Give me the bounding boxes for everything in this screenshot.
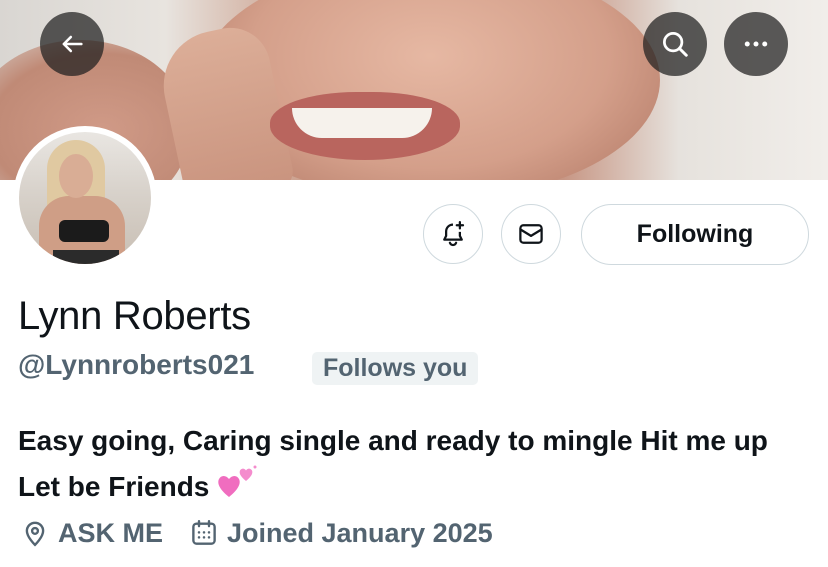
bio-text: Easy going, Caring single and ready to m… xyxy=(18,425,768,502)
more-button[interactable] xyxy=(724,12,788,76)
two-hearts-emoji xyxy=(215,463,259,514)
profile-meta: ASK ME Joined January 2025 xyxy=(20,515,519,551)
avatar-photo xyxy=(19,132,151,264)
follows-you-badge: Follows you xyxy=(312,352,479,385)
location-item: ASK ME xyxy=(20,518,163,549)
search-icon xyxy=(663,32,688,57)
joined-text: Joined January 2025 xyxy=(227,517,493,548)
bell-plus-icon xyxy=(443,221,465,247)
profile-bio: Easy going, Caring single and ready to m… xyxy=(18,419,808,514)
following-button[interactable]: Following xyxy=(581,204,809,265)
location-text: ASK ME xyxy=(58,517,164,548)
notifications-button[interactable] xyxy=(423,204,483,264)
display-name: Lynn Roberts xyxy=(18,294,251,338)
location-pin-icon xyxy=(25,521,45,547)
back-arrow-icon xyxy=(62,35,83,53)
joined-item: Joined January 2025 xyxy=(189,518,493,549)
back-button[interactable] xyxy=(40,12,104,76)
avatar-shorts xyxy=(53,250,119,264)
profile-handle: @Lynnroberts021 xyxy=(18,349,255,380)
calendar-icon xyxy=(192,519,216,545)
avatar-face xyxy=(59,154,93,198)
profile-avatar[interactable] xyxy=(13,126,157,270)
more-horizontal-icon xyxy=(744,41,768,47)
search-button[interactable] xyxy=(643,12,707,76)
banner-photo-teeth xyxy=(292,108,432,138)
envelope-icon xyxy=(519,224,543,244)
avatar-top xyxy=(59,220,109,242)
message-button[interactable] xyxy=(501,204,561,264)
following-label: Following xyxy=(636,220,754,248)
